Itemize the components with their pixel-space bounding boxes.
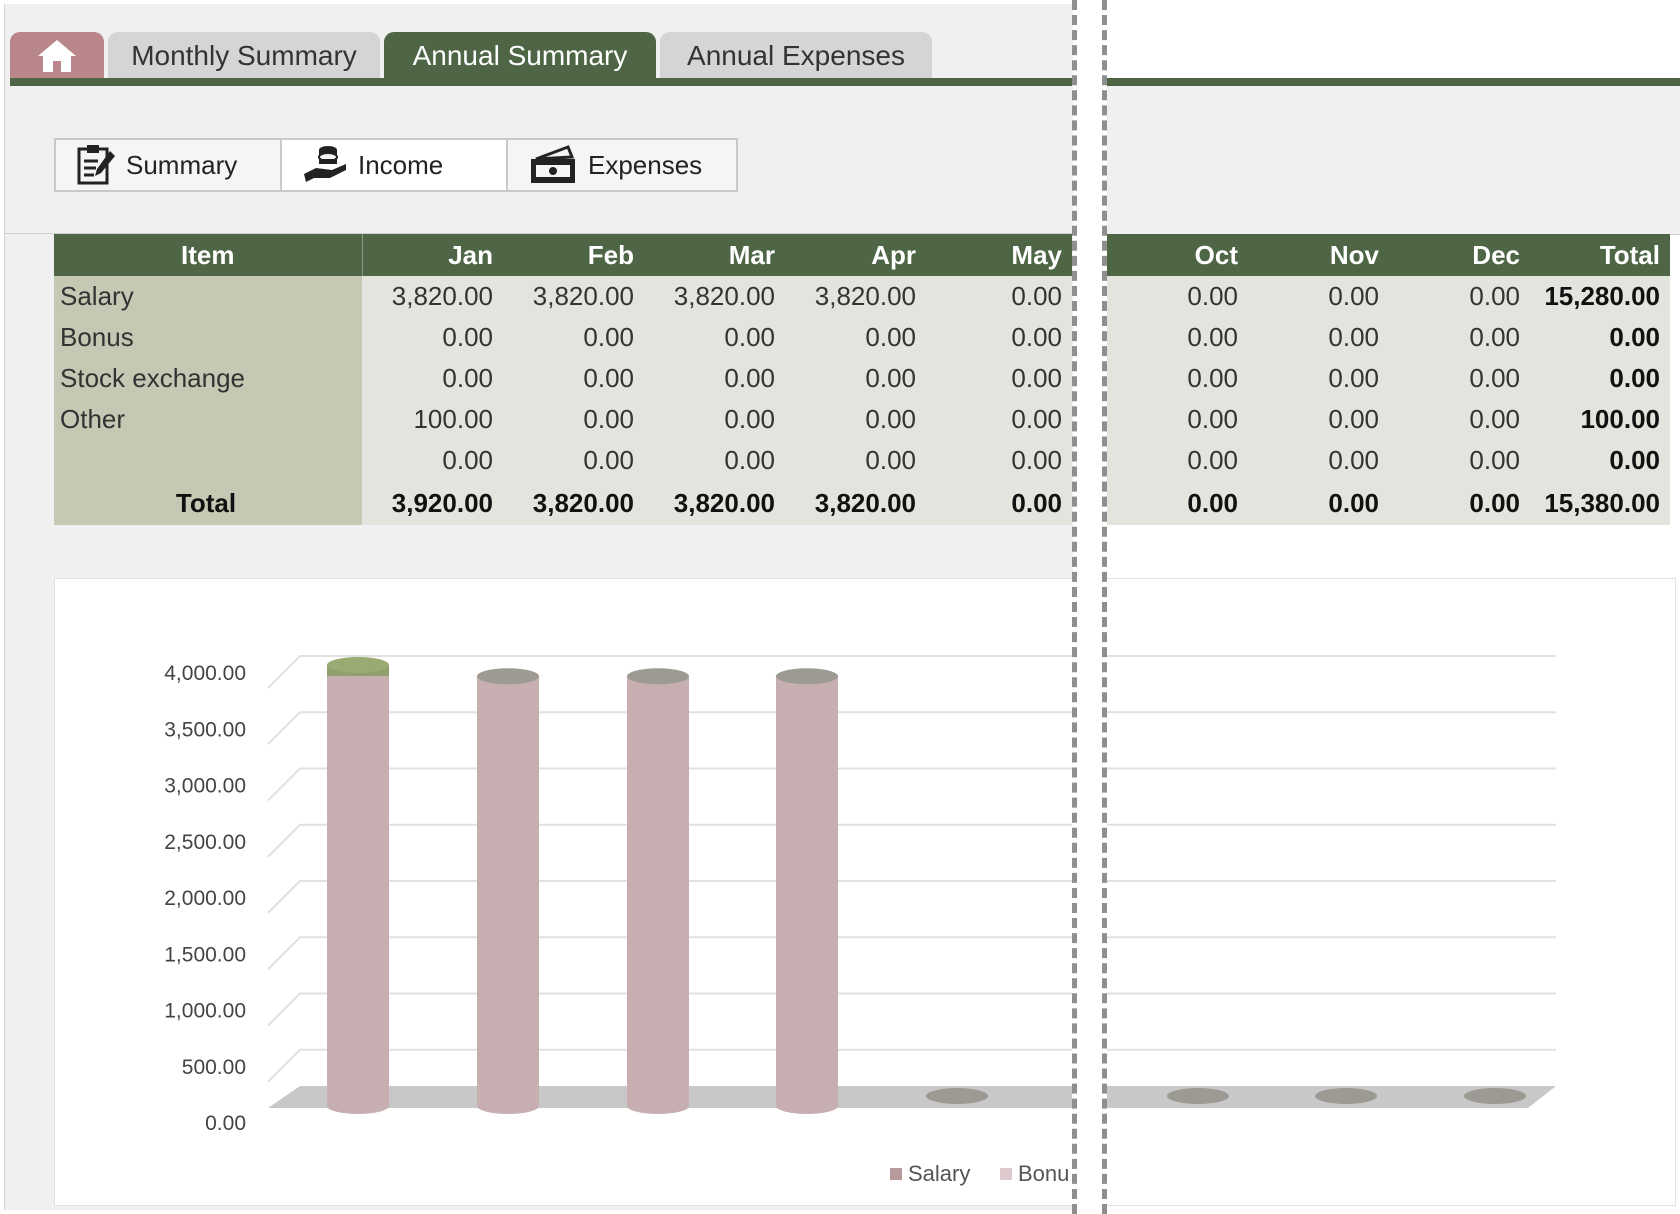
y-tick-label: 1,000.00	[164, 1000, 246, 1023]
bar-top	[627, 668, 689, 685]
bar-empty	[1167, 1088, 1229, 1104]
bar-empty	[1315, 1088, 1377, 1104]
bar-base	[327, 1098, 389, 1114]
bar-salary	[477, 676, 539, 1106]
legend-swatch-salary	[890, 1168, 902, 1180]
bar-salary	[627, 676, 689, 1106]
y-tick-label: 2,500.00	[164, 831, 246, 854]
bar-base	[627, 1098, 689, 1114]
legend-label-bonus: Bonu	[1018, 1161, 1069, 1186]
y-tick-label: 1,500.00	[164, 943, 246, 966]
bar-base	[776, 1098, 838, 1114]
y-tick-label: 0.00	[205, 1112, 246, 1135]
y-tick-label: 500.00	[182, 1056, 246, 1079]
legend-label-salary: Salary	[908, 1161, 970, 1186]
bar-top	[776, 668, 838, 685]
split-divider	[1072, 0, 1077, 1214]
income-chart: 0.00 500.00 1,000.00 1,500.00 2,000.00 2,500.…	[164, 655, 1556, 1186]
y-tick-label: 2,000.00	[164, 887, 246, 910]
y-tick-label: 3,000.00	[164, 775, 246, 798]
bar-salary	[327, 676, 389, 1106]
y-tick-label: 4,000.00	[164, 662, 246, 685]
legend-swatch-bonus	[1000, 1168, 1012, 1180]
bar-empty	[1464, 1088, 1526, 1104]
bar-top	[327, 657, 389, 673]
bar-base	[477, 1098, 539, 1114]
bar-salary	[776, 676, 838, 1106]
bar-top	[477, 668, 539, 685]
y-tick-label: 3,500.00	[164, 718, 246, 741]
split-divider	[1102, 0, 1107, 1214]
bar-empty	[926, 1088, 988, 1104]
